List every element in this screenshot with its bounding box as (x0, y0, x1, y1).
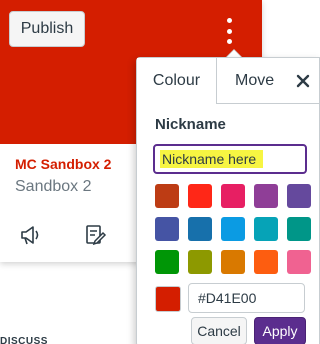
colour-swatch[interactable] (221, 250, 245, 274)
colour-swatch[interactable] (188, 250, 212, 274)
colour-swatches (155, 184, 311, 274)
colour-swatch[interactable] (254, 250, 278, 274)
close-icon[interactable] (293, 71, 313, 91)
current-colour-preview (155, 286, 181, 312)
publish-button[interactable]: Publish (9, 11, 85, 47)
more-options-icon[interactable] (219, 16, 239, 46)
tab-colour[interactable]: Colour (137, 58, 217, 105)
colour-swatch[interactable] (287, 217, 311, 241)
course-title[interactable]: MC Sandbox 2 (15, 156, 111, 172)
next-card-label: DISCUSS (0, 336, 48, 344)
colour-swatch[interactable] (254, 184, 278, 208)
colour-swatch[interactable] (287, 184, 311, 208)
colour-swatch[interactable] (155, 250, 179, 274)
colour-swatch[interactable] (221, 217, 245, 241)
colour-swatch[interactable] (188, 184, 212, 208)
popover-tabs: Colour Move (137, 58, 319, 105)
apply-button[interactable]: Apply (254, 317, 306, 344)
colour-swatch[interactable] (155, 184, 179, 208)
assignments-icon[interactable] (83, 224, 107, 246)
colour-swatch[interactable] (254, 217, 278, 241)
colour-swatch[interactable] (155, 217, 179, 241)
course-subtitle: Sandbox 2 (15, 178, 92, 195)
nickname-label: Nickname (155, 116, 226, 133)
colour-swatch[interactable] (221, 184, 245, 208)
colour-swatch[interactable] (287, 250, 311, 274)
hex-colour-input[interactable] (188, 283, 305, 313)
nickname-placeholder: Nickname here (162, 151, 257, 167)
tab-move[interactable]: Move (235, 72, 274, 90)
colour-swatch[interactable] (188, 217, 212, 241)
announcements-icon[interactable] (19, 224, 43, 246)
color-nickname-popover: Colour Move Nickname Nickname here Cance… (136, 57, 320, 344)
cancel-button[interactable]: Cancel (191, 317, 247, 344)
